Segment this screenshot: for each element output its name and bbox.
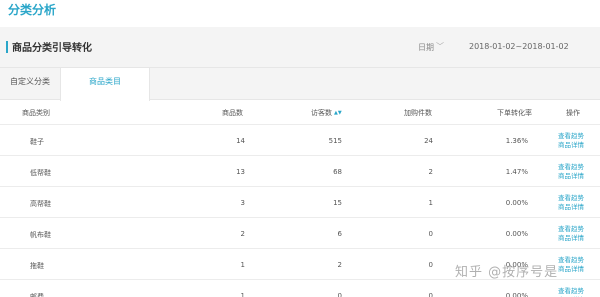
view-trend-link[interactable]: 查看趋势	[558, 132, 584, 141]
row-products: 14	[236, 137, 245, 145]
row-cart: 0	[428, 261, 433, 269]
row-products: 1	[240, 292, 245, 297]
tab-bar: 自定义分类 商品类目	[0, 68, 600, 101]
header-products: 商品数	[222, 109, 243, 117]
row-category: 帆布鞋	[30, 231, 51, 239]
header-category: 商品类别	[22, 109, 50, 117]
table-row: 高帮鞋 3 15 1 0.00% 查看趋势 商品详情	[0, 186, 600, 217]
table-row: 帆布鞋 2 6 0 0.00% 查看趋势 商品详情	[0, 217, 600, 248]
tab-product-category[interactable]: 商品类目	[60, 68, 150, 101]
header-actions: 操作	[566, 109, 580, 117]
header-visitors-label: 访客数	[311, 109, 332, 117]
table-row: 鞋子 14 515 24 1.36% 查看趋势 商品详情	[0, 124, 600, 155]
row-cart: 0	[428, 292, 433, 297]
row-visitors: 68	[333, 168, 342, 176]
row-rate: 1.36%	[505, 137, 528, 145]
tab-custom-category[interactable]: 自定义分类	[0, 68, 60, 100]
header-cart: 加购件数	[404, 109, 432, 117]
section-header: 商品分类引导转化 日期 ﹀ 2018-01-02~2018-01-02	[0, 27, 600, 68]
row-visitors: 15	[333, 199, 342, 207]
row-products: 1	[240, 261, 245, 269]
section-title: 商品分类引导转化	[12, 43, 92, 54]
watermark: 知乎 @按序号是	[455, 265, 559, 280]
row-cart: 24	[424, 137, 433, 145]
row-rate: 0.00%	[505, 230, 528, 238]
row-visitors: 6	[337, 230, 342, 238]
row-cart: 2	[428, 168, 433, 176]
row-visitors: 0	[337, 292, 342, 297]
row-products: 13	[236, 168, 245, 176]
row-rate: 0.00%	[505, 292, 528, 297]
row-visitors: 2	[337, 261, 342, 269]
product-detail-link[interactable]: 商品详情	[558, 234, 584, 243]
chevron-down-icon[interactable]: ﹀	[436, 41, 444, 52]
product-detail-link[interactable]: 商品详情	[558, 141, 584, 150]
page-title: 分类分析	[8, 3, 57, 17]
table-row: 邮费1000.00%查看趋势商品详情	[0, 279, 600, 297]
row-category: 低帮鞋	[30, 169, 51, 177]
row-category: 拖鞋	[30, 262, 44, 270]
row-visitors: 515	[328, 137, 342, 145]
section-accent-bar	[6, 41, 8, 53]
row-cart: 0	[428, 230, 433, 238]
row-category: 鞋子	[30, 138, 44, 146]
product-detail-link[interactable]: 商品详情	[558, 203, 584, 212]
view-trend-link[interactable]: 查看趋势	[558, 225, 584, 234]
sort-icon[interactable]: ▲▼	[334, 110, 342, 116]
row-category: 邮费	[30, 293, 44, 297]
view-trend-link[interactable]: 查看趋势	[558, 163, 584, 172]
product-detail-link[interactable]: 商品详情	[558, 172, 584, 181]
row-rate: 0.00%	[505, 199, 528, 207]
row-rate: 1.47%	[505, 168, 528, 176]
view-trend-link[interactable]: 查看趋势	[558, 287, 584, 296]
row-products: 2	[240, 230, 245, 238]
view-trend-link[interactable]: 查看趋势	[558, 256, 584, 265]
product-detail-link[interactable]: 商品详情	[558, 265, 584, 274]
table-row: 低帮鞋 13 68 2 1.47% 查看趋势 商品详情	[0, 155, 600, 186]
header-visitors[interactable]: 访客数 ▲▼	[311, 108, 342, 118]
date-label[interactable]: 日期	[418, 42, 434, 53]
row-cart: 1	[428, 199, 433, 207]
row-products: 3	[240, 199, 245, 207]
date-range[interactable]: 2018-01-02~2018-01-02	[469, 42, 569, 51]
row-category: 高帮鞋	[30, 200, 51, 208]
view-trend-link[interactable]: 查看趋势	[558, 194, 584, 203]
header-rate: 下单转化率	[497, 109, 532, 117]
